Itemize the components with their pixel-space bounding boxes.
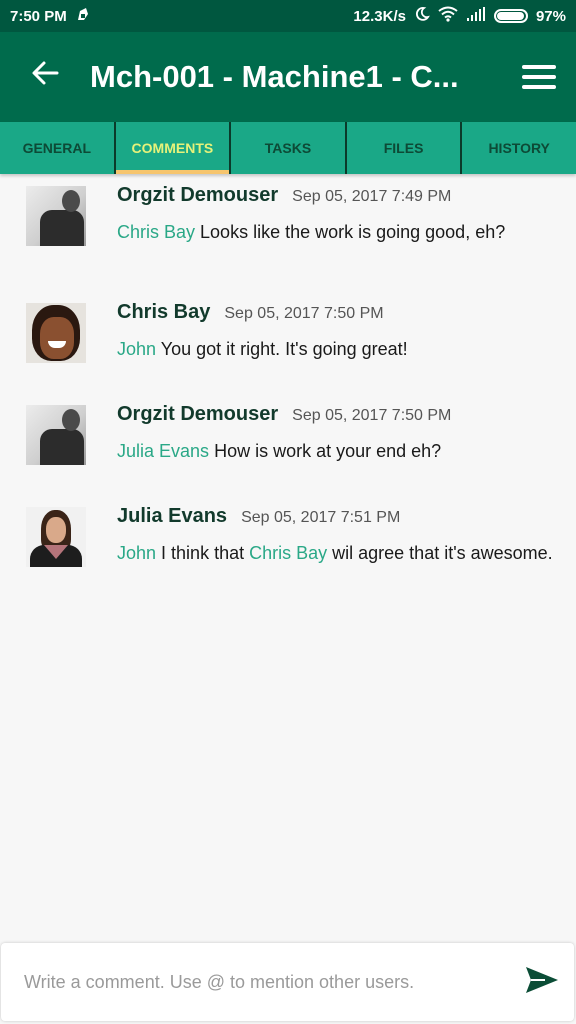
comment-author: Julia Evans (117, 505, 228, 527)
wifi-icon (438, 6, 458, 26)
comment-body: How is work at your end eh? (209, 441, 442, 461)
mention-link[interactable]: Chris Bay (117, 222, 195, 242)
avatar[interactable] (26, 405, 86, 465)
tab-comments[interactable]: COMMENTS (113, 122, 230, 174)
mention-link[interactable]: Julia Evans (117, 441, 209, 461)
hamburger-line (521, 85, 556, 89)
comment-text: John I think that Chris Bay wil agree th… (117, 542, 556, 565)
comment-input[interactable] (24, 971, 522, 993)
send-icon (525, 966, 559, 999)
moon-icon (414, 6, 430, 26)
hamburger-menu-icon (521, 65, 556, 69)
tab-bar: GENERAL COMMENTS TASKS FILES HISTORY (0, 122, 576, 174)
tab-tasks[interactable]: TASKS (229, 122, 345, 174)
comment-text: Julia Evans How is work at your end eh? (117, 440, 556, 463)
page-title: Mch-001 - Machine1 - C... (90, 59, 459, 94)
hamburger-line (521, 75, 556, 79)
comment-author: Orgzit Demouser (117, 403, 279, 425)
battery-percent: 97% (535, 7, 566, 25)
comment-body: I think that (156, 543, 250, 563)
comment-item: Orgzit Demouser Sep 05, 2017 7:49 PM Chr… (0, 184, 576, 246)
tab-history[interactable]: HISTORY (460, 122, 576, 174)
comment-composer (1, 943, 574, 1021)
mention-link[interactable]: John (117, 339, 156, 359)
status-time: 7:50 PM (10, 7, 67, 25)
comment-item: Chris Bay Sep 05, 2017 7:50 PM John You … (0, 301, 576, 363)
tab-general[interactable]: GENERAL (0, 122, 114, 174)
status-bar: 7:50 PM 12.3K/s 97% (0, 0, 576, 32)
comment-time: Sep 05, 2017 7:51 PM (241, 509, 401, 526)
comment-author: Chris Bay (117, 301, 211, 323)
avatar[interactable] (26, 303, 86, 363)
battery-icon (493, 9, 528, 23)
comment-body: Looks like the work is going good, eh? (195, 222, 506, 242)
comment-item: Orgzit Demouser Sep 05, 2017 7:50 PM Jul… (0, 403, 576, 465)
menu-button[interactable] (501, 65, 576, 89)
app-bar: Mch-001 - Machine1 - C... (0, 32, 576, 122)
mention-link[interactable]: Chris Bay (249, 543, 327, 563)
comment-author: Orgzit Demouser (117, 184, 279, 206)
tab-files[interactable]: FILES (344, 122, 461, 174)
comment-time: Sep 05, 2017 7:50 PM (292, 407, 452, 424)
comment-body: You got it right. It's going great! (156, 339, 408, 359)
back-button[interactable] (0, 58, 90, 97)
mention-link[interactable]: John (117, 543, 156, 563)
comment-time: Sep 05, 2017 7:49 PM (292, 188, 452, 205)
comment-body: wil agree that it's awesome. (327, 543, 553, 563)
notification-icon (75, 6, 91, 26)
comment-item: Julia Evans Sep 05, 2017 7:51 PM John I … (0, 505, 576, 567)
comment-time: Sep 05, 2017 7:50 PM (224, 305, 384, 322)
network-speed: 12.3K/s (353, 7, 406, 25)
send-button[interactable] (522, 962, 562, 1002)
avatar[interactable] (26, 186, 86, 246)
comment-list: Orgzit Demouser Sep 05, 2017 7:49 PM Chr… (0, 174, 576, 567)
comment-text: Chris Bay Looks like the work is going g… (117, 221, 556, 244)
arrow-left-icon (30, 58, 60, 96)
signal-icon (466, 6, 486, 26)
avatar[interactable] (26, 507, 86, 567)
comment-text: John You got it right. It's going great! (117, 338, 556, 361)
